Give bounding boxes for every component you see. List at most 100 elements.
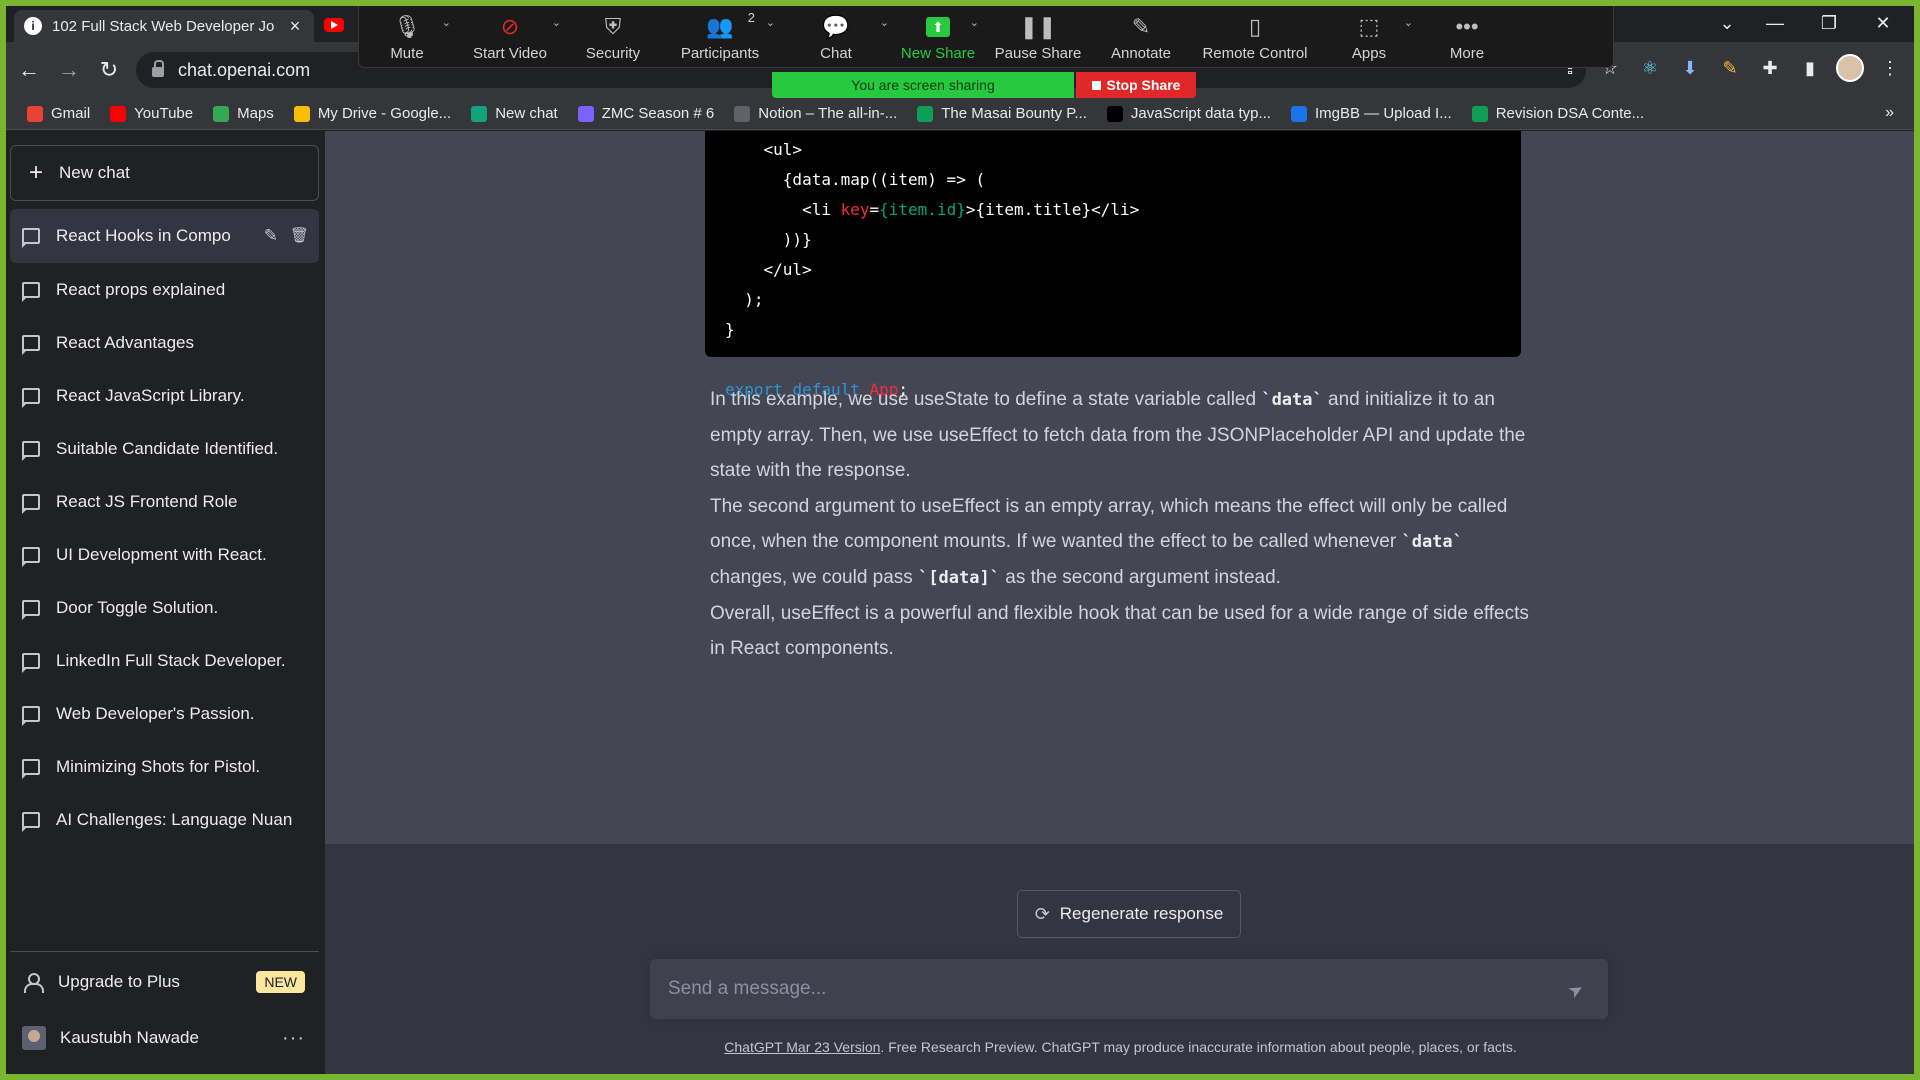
zoom-button-label: Pause Share bbox=[994, 45, 1082, 62]
zoom-remote-control-button[interactable]: ▯ Remote Control bbox=[1189, 6, 1321, 68]
bookmark-item[interactable]: Notion – The all-in-... bbox=[725, 105, 906, 122]
conversation-item[interactable]: React JS Frontend Role bbox=[10, 475, 319, 528]
upgrade-to-plus-button[interactable]: Upgrade to Plus NEW bbox=[10, 957, 319, 1007]
close-window-icon[interactable]: ✕ bbox=[1860, 10, 1906, 36]
code-token: = bbox=[869, 200, 880, 219]
zoom-button-label: Security bbox=[585, 45, 641, 62]
tab-search-chevron-icon[interactable]: ⌄ bbox=[1704, 10, 1750, 36]
bookmark-item[interactable]: Gmail bbox=[18, 105, 99, 122]
bookmark-item[interactable]: Revision DSA Conte... bbox=[1463, 105, 1653, 122]
zoom-start-video-button[interactable]: ⊘ Start Video ⌄ bbox=[455, 6, 565, 68]
message-input[interactable] bbox=[668, 978, 1548, 1000]
conversation-item[interactable]: React props explained bbox=[10, 263, 319, 316]
message-icon bbox=[22, 811, 40, 832]
conversation-item-active[interactable]: React Hooks in Compo ✎ 🗑 bbox=[10, 209, 319, 263]
side-panel-icon[interactable]: ▮ bbox=[1796, 54, 1824, 82]
new-chat-button[interactable]: + New chat bbox=[10, 145, 319, 201]
conversation-item[interactable]: React JavaScript Library. bbox=[10, 369, 319, 422]
download-extension-icon[interactable]: ⬇ bbox=[1676, 54, 1704, 82]
message-icon bbox=[22, 440, 40, 461]
inline-code: `data` bbox=[1261, 390, 1323, 410]
more-options-icon[interactable]: ··· bbox=[282, 1027, 305, 1050]
code-token: key bbox=[840, 200, 870, 219]
bookmark-item[interactable]: ImgBB — Upload I... bbox=[1282, 105, 1461, 122]
bookmark-label: Maps bbox=[237, 105, 274, 122]
reload-icon[interactable]: ↻ bbox=[94, 56, 124, 84]
conversation-item[interactable]: Minimizing Shots for Pistol. bbox=[10, 740, 319, 793]
participant-count: 2 bbox=[747, 10, 755, 25]
bookmark-item[interactable]: JavaScript data typ... bbox=[1098, 105, 1280, 122]
bookmark-item[interactable]: The Masai Bounty P... bbox=[908, 105, 1096, 122]
bookmark-item[interactable]: New chat bbox=[462, 105, 567, 122]
message-icon bbox=[22, 334, 40, 355]
conversation-item[interactable]: Door Toggle Solution. bbox=[10, 581, 319, 634]
back-arrow-icon[interactable]: ← bbox=[14, 56, 44, 84]
conversation-item[interactable]: Suitable Candidate Identified. bbox=[10, 422, 319, 475]
restore-icon[interactable]: ❐ bbox=[1806, 10, 1852, 36]
message-box: ➤ bbox=[650, 959, 1608, 1019]
zoom-chat-button[interactable]: 💬 Chat ⌄ bbox=[779, 6, 893, 68]
conversation-item[interactable]: React Advantages bbox=[10, 316, 319, 369]
chevron-down-icon[interactable]: ⌄ bbox=[552, 16, 561, 29]
edit-icon[interactable]: ✎ bbox=[264, 226, 278, 246]
zoom-pause-share-button[interactable]: ❚❚ Pause Share bbox=[983, 6, 1093, 68]
conversation-item[interactable]: AI Challenges: Language Nuan bbox=[10, 793, 319, 846]
text-run: as the second argument instead. bbox=[999, 567, 1281, 588]
zoom-annotate-button[interactable]: ✎ Annotate bbox=[1093, 6, 1189, 68]
chevron-down-icon[interactable]: ⌄ bbox=[1404, 16, 1413, 29]
code-token: >{item.title}</li> bbox=[965, 200, 1140, 219]
trash-icon[interactable]: 🗑 bbox=[290, 226, 309, 246]
zoom-new-share-button[interactable]: ⬆ New Share ⌄ bbox=[893, 6, 983, 68]
conversation-item[interactable]: Web Developer's Passion. bbox=[10, 687, 319, 740]
stop-square-icon bbox=[1091, 80, 1101, 90]
version-link[interactable]: ChatGPT Mar 23 Version bbox=[724, 1039, 880, 1055]
zoom-security-button[interactable]: ⛨ Security bbox=[565, 6, 661, 68]
more-bookmarks-icon[interactable]: » bbox=[1885, 104, 1894, 122]
chevron-down-icon[interactable]: ⌄ bbox=[970, 16, 979, 29]
new-chat-label: New chat bbox=[59, 163, 130, 182]
message-icon bbox=[22, 281, 40, 302]
chevron-down-icon[interactable]: ⌄ bbox=[766, 16, 775, 29]
conversation-title: AI Challenges: Language Nuan bbox=[56, 809, 293, 829]
puzzle-extensions-icon[interactable]: ✚ bbox=[1756, 54, 1784, 82]
profile-avatar[interactable] bbox=[1836, 54, 1864, 82]
mouse-icon: ▯ bbox=[1248, 14, 1262, 39]
bookmark-label: YouTube bbox=[134, 105, 194, 122]
chevron-down-icon[interactable]: ⌄ bbox=[880, 16, 889, 29]
regenerate-response-button[interactable]: ⟳ Regenerate response bbox=[1017, 890, 1241, 938]
browser-menu-icon[interactable]: ⋮ bbox=[1876, 54, 1904, 82]
forward-arrow-icon[interactable]: → bbox=[54, 56, 84, 84]
youtube-tab-icon[interactable] bbox=[324, 18, 344, 32]
zoom-participants-button[interactable]: 👥 Participants 2 ⌄ bbox=[661, 6, 779, 68]
stop-share-button[interactable]: Stop Share bbox=[1076, 72, 1196, 98]
youtube-icon bbox=[110, 105, 127, 122]
bookmark-item[interactable]: Maps bbox=[204, 105, 283, 122]
pencil-icon: ✎ bbox=[1131, 14, 1151, 39]
color-picker-icon[interactable]: ✎ bbox=[1716, 54, 1744, 82]
bookmark-item[interactable]: YouTube bbox=[101, 105, 202, 122]
react-devtools-icon[interactable]: ⚛ bbox=[1636, 54, 1664, 82]
zoom-more-button[interactable]: ••• More bbox=[1417, 6, 1517, 68]
conversation-item[interactable]: UI Development with React. bbox=[10, 528, 319, 581]
bookmark-label: Revision DSA Conte... bbox=[1495, 105, 1645, 122]
shield-icon: ⛨ bbox=[604, 14, 622, 39]
zoom-apps-button[interactable]: ⬚ Apps ⌄ bbox=[1321, 6, 1417, 68]
text-run: The second argument to useEffect is an e… bbox=[710, 496, 1508, 552]
tab-close-icon[interactable]: × bbox=[286, 16, 304, 37]
bookmark-item[interactable]: ZMC Season # 6 bbox=[569, 105, 724, 122]
user-menu-button[interactable]: Kaustubh Nawade ··· bbox=[10, 1011, 319, 1065]
chevron-down-icon[interactable]: ⌄ bbox=[442, 16, 451, 29]
response-paragraph: Overall, useEffect is a powerful and fle… bbox=[710, 603, 1529, 659]
chat-bubble-icon: 💬 bbox=[822, 14, 850, 39]
send-icon[interactable]: ➤ bbox=[1564, 975, 1591, 1003]
browser-tab-active[interactable]: i 102 Full Stack Web Developer Jo × bbox=[14, 10, 314, 42]
conversation-item[interactable]: LinkedIn Full Stack Developer. bbox=[10, 634, 319, 687]
code-token: <li bbox=[725, 200, 841, 219]
bookmark-item[interactable]: My Drive - Google... bbox=[285, 105, 460, 122]
zoom-mute-button[interactable]: 🎙 Mute ⌄ bbox=[359, 6, 455, 68]
user-name: Kaustubh Nawade bbox=[60, 1028, 199, 1047]
minimize-icon[interactable]: — bbox=[1752, 10, 1798, 36]
bookmark-label: Notion – The all-in-... bbox=[758, 105, 898, 122]
zoom-button-label: Annotate bbox=[1110, 45, 1172, 62]
